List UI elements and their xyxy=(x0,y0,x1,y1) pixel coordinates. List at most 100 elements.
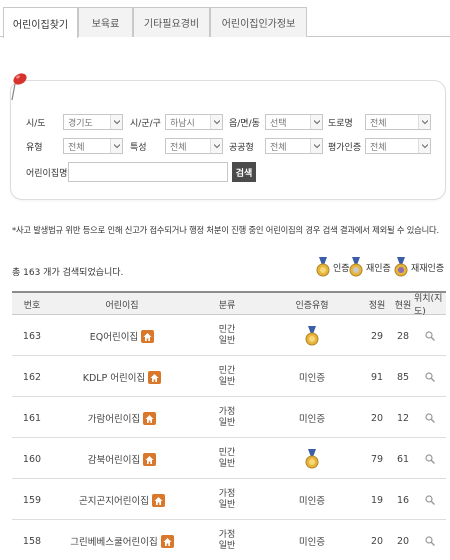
header-type: 분류 xyxy=(218,300,236,311)
header-name: 어린이집 xyxy=(105,300,139,311)
row-current: 28 xyxy=(396,330,410,342)
home-icon[interactable] xyxy=(148,370,162,384)
row-map xyxy=(414,357,446,397)
chevron-down-icon xyxy=(110,115,122,129)
row-type: 가정 일반 xyxy=(218,489,236,510)
magnifier-icon[interactable] xyxy=(425,454,435,464)
daycare-name-input[interactable] xyxy=(68,162,228,182)
chevron-down-icon xyxy=(418,115,430,129)
cert-select[interactable]: 전체 xyxy=(365,138,431,154)
feature-label: 특성 xyxy=(130,143,147,153)
pushpin-icon xyxy=(11,73,27,101)
daycare-name-link[interactable]: 곤지곤지어린이집 xyxy=(79,493,149,507)
row-map xyxy=(414,316,446,356)
chevron-down-icon xyxy=(210,139,222,153)
row-number: 163 xyxy=(22,330,42,342)
sigungu-label: 시/군/구 xyxy=(130,119,161,129)
chevron-down-icon xyxy=(418,139,430,153)
chevron-down-icon xyxy=(310,115,322,129)
daycare-name-link[interactable]: 그린베베스쿨어린이집 xyxy=(70,534,157,548)
row-name-cell: KDLP 어린이집 xyxy=(52,357,192,397)
medal-triple-icon xyxy=(394,257,408,277)
row-map xyxy=(414,521,446,560)
row-map xyxy=(414,398,446,438)
home-icon[interactable] xyxy=(141,329,155,343)
home-icon[interactable] xyxy=(143,411,157,425)
home-icon[interactable] xyxy=(151,493,165,507)
type-select[interactable]: 전체 xyxy=(63,138,123,154)
daycare-name-link[interactable]: 가람어린이집 xyxy=(88,411,140,425)
cert-label: 평가인증 xyxy=(328,143,362,153)
tab-find-daycare[interactable]: 어린이집찾기 xyxy=(3,7,78,38)
header-current: 현원 xyxy=(394,300,412,311)
header-map: 위치(지도) xyxy=(414,294,443,317)
daycare-name-link[interactable]: EQ어린이집 xyxy=(90,329,138,343)
header-capacity: 정원 xyxy=(368,300,386,311)
legend-recertified: 재인증 xyxy=(348,257,391,277)
daycare-name-link[interactable]: KDLP 어린이집 xyxy=(83,370,146,384)
table-row: 158 그린베베스쿨어린이집 가정 일반 미인증 20 20 xyxy=(12,521,446,560)
legend-certified: 인증 xyxy=(315,257,350,277)
medal-double-icon xyxy=(349,257,363,277)
chevron-down-icon xyxy=(110,139,122,153)
row-capacity: 20 xyxy=(370,412,384,424)
medal-gold-icon xyxy=(304,449,320,469)
row-name-cell: 그린베베스쿨어린이집 xyxy=(52,521,192,560)
row-cert: 미인증 xyxy=(298,373,326,384)
home-icon[interactable] xyxy=(143,452,157,466)
table-row: 159 곤지곤지어린이집 가정 일반 미인증 19 16 xyxy=(12,480,446,520)
row-name-cell: 감북어린이집 xyxy=(52,439,192,479)
magnifier-icon[interactable] xyxy=(425,331,435,341)
row-cert: 미인증 xyxy=(298,496,326,507)
row-capacity: 91 xyxy=(370,371,384,383)
header-cert: 인증유형 xyxy=(295,300,329,311)
row-map xyxy=(414,480,446,520)
tab-license-info[interactable]: 어린이집인가정보 xyxy=(210,7,307,37)
row-cert: 미인증 xyxy=(298,537,326,548)
row-cert: 미인증 xyxy=(298,414,326,425)
table-row: 163 EQ어린이집 민간 일반 29 28 xyxy=(12,316,446,356)
magnifier-icon[interactable] xyxy=(425,536,435,546)
row-map xyxy=(414,439,446,479)
eup-select[interactable]: 선택 xyxy=(265,114,323,130)
row-current: 85 xyxy=(396,371,410,383)
row-number: 159 xyxy=(22,494,42,506)
row-current: 61 xyxy=(396,453,410,465)
home-icon[interactable] xyxy=(160,534,174,548)
name-label: 어린이집명 xyxy=(26,169,68,179)
row-type: 민간 일반 xyxy=(218,325,236,346)
row-capacity: 29 xyxy=(370,330,384,342)
sigungu-select[interactable]: 하남시 xyxy=(165,114,223,130)
road-select[interactable]: 전체 xyxy=(365,114,431,130)
row-capacity: 20 xyxy=(370,535,384,547)
row-current: 12 xyxy=(396,412,410,424)
tab-bar: 어린이집찾기 보육료 기타필요경비 어린이집인가정보 xyxy=(0,0,450,38)
sido-label: 시/도 xyxy=(26,119,46,129)
public-label: 공공형 xyxy=(229,143,254,153)
notice-text: *사고 발생법규 위반 등으로 인해 신고가 접수되거나 행정 처분이 진행 중… xyxy=(12,225,439,235)
row-number: 162 xyxy=(22,371,42,383)
table-row: 162 KDLP 어린이집 민간 일반 미인증 91 85 xyxy=(12,357,446,397)
magnifier-icon[interactable] xyxy=(425,495,435,505)
public-select[interactable]: 전체 xyxy=(265,138,323,154)
daycare-name-link[interactable]: 감북어린이집 xyxy=(88,452,140,466)
row-cert xyxy=(262,316,362,356)
row-current: 20 xyxy=(396,535,410,547)
medal-gold-icon xyxy=(304,326,320,346)
chevron-down-icon xyxy=(210,115,222,129)
search-button[interactable]: 검색 xyxy=(232,162,256,182)
row-number: 161 xyxy=(22,412,42,424)
row-name-cell: 가람어린이집 xyxy=(52,398,192,438)
magnifier-icon[interactable] xyxy=(425,413,435,423)
tab-other-expenses[interactable]: 기타필요경비 xyxy=(133,7,210,37)
row-current: 16 xyxy=(396,494,410,506)
magnifier-icon[interactable] xyxy=(425,372,435,382)
legend-re-recertified: 재재인증 xyxy=(393,257,444,277)
sido-select[interactable]: 경기도 xyxy=(63,114,123,130)
feature-select[interactable]: 전체 xyxy=(165,138,223,154)
medal-gold-icon xyxy=(316,257,330,277)
row-name-cell: EQ어린이집 xyxy=(52,316,192,356)
tab-fees[interactable]: 보육료 xyxy=(78,7,133,37)
row-number: 158 xyxy=(22,535,42,547)
eup-label: 읍/면/동 xyxy=(229,119,260,129)
